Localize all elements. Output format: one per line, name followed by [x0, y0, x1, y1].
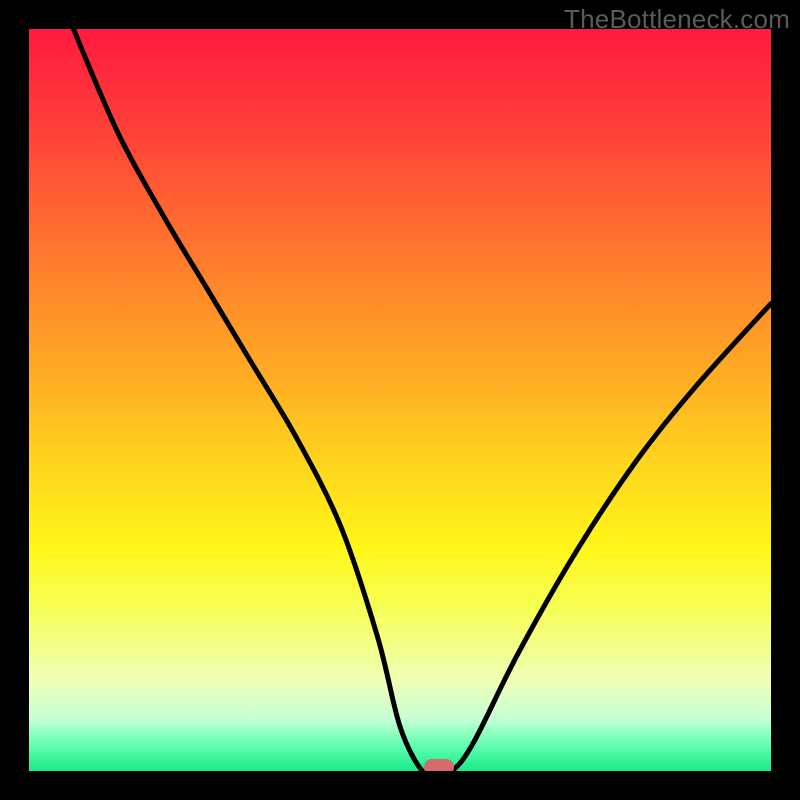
curve-svg — [29, 29, 771, 771]
chart-frame: TheBottleneck.com — [0, 0, 800, 800]
bottleneck-curve-path — [29, 29, 771, 771]
plot-area — [29, 29, 771, 771]
minimum-marker — [424, 759, 454, 771]
watermark-text: TheBottleneck.com — [564, 4, 790, 35]
